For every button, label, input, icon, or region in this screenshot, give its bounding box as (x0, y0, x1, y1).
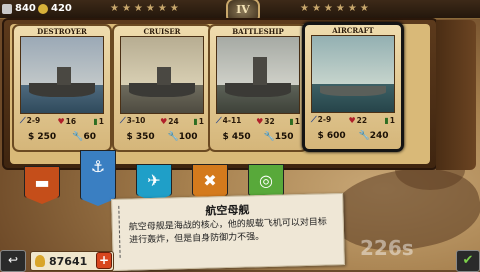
aircraft-carrier-ship-icon (320, 86, 386, 96)
unit-costs: $ 250 🔧60 (28, 132, 96, 142)
gold-value: 87641 (49, 254, 88, 268)
unit-card-battleship[interactable]: BATTLESHIP ⟋4-11 ♥32 ▮1 $ 450 🔧150 (208, 24, 308, 152)
range-icon: ⟋ (311, 115, 317, 124)
boot-icon: ▮ (193, 116, 198, 126)
silver-value: 840 (15, 3, 36, 14)
boot-icon: ▮ (93, 116, 98, 126)
silver-icon (2, 3, 12, 14)
unit-stats: ⟋4-11 ♥32 ▮1 (216, 116, 300, 126)
stars-decoration-icon: ★★★★★★ (110, 3, 182, 14)
boot-icon: ▮ (289, 116, 294, 126)
back-arrow-icon: ↩ (7, 253, 19, 267)
tab-tool[interactable]: ✖ (192, 164, 228, 202)
unit-photo (20, 36, 104, 114)
cruiser-ship-icon (129, 83, 195, 97)
unit-card-destroyer[interactable]: DESTROYER ⟋2-9 ♥16 ▮1 $ 250 🔧60 (12, 24, 112, 152)
unit-description-note: 航空母舰 航空母舰是海战的核心，他的舰载飞机可以对目标进行轰炸，但是自身防御力不… (111, 192, 345, 272)
boot-icon: ▮ (384, 115, 389, 125)
tab-tank[interactable]: ▬ (24, 166, 60, 204)
range-icon: ⟋ (20, 116, 26, 125)
wrench-icon: ✖ (203, 171, 217, 190)
medal-value: 420 (51, 3, 72, 14)
heart-icon: ♥ (160, 116, 168, 126)
unit-costs: $ 350 🔧100 (126, 132, 198, 142)
unit-card-aircraft-carrier[interactable]: AIRCRAFT CARRIERS ⟋2-9 ♥22 ▮1 $ 600 🔧240 (302, 22, 404, 152)
wrench-icon: 🔧 (167, 132, 179, 142)
range-icon: ⟋ (216, 116, 222, 125)
heart-icon: ♥ (256, 116, 264, 126)
unit-photo (216, 36, 300, 114)
unit-stats: ⟋2-9 ♥22 ▮1 (311, 115, 395, 125)
stars-decoration-icon: ★★★★★★ (300, 3, 372, 14)
wrench-icon: 🔧 (72, 132, 84, 142)
tab-plane[interactable]: ✈ (136, 164, 172, 202)
gold-icon (35, 255, 45, 267)
unit-photo (311, 35, 395, 113)
dollar-icon: $ (317, 131, 324, 141)
heart-icon: ♥ (348, 115, 356, 125)
dollar-icon: $ (126, 132, 133, 142)
tank-icon: ▬ (34, 173, 50, 192)
plane-icon: ✈ (147, 171, 161, 190)
dollar-icon: $ (222, 132, 229, 142)
heart-icon: ♥ (57, 116, 65, 126)
description-text: 航空母舰是海战的核心，他的舰载飞机可以对目标进行轰炸，但是自身防御力不强。 (128, 217, 327, 246)
resource-bar: 840 420 ★★★★★★ ★★★★★★ IV (0, 0, 480, 24)
silver-resource: 840 (2, 1, 36, 16)
anchor-icon: ⚓ (90, 157, 106, 176)
tab-target[interactable]: ◎ (248, 164, 284, 202)
medal-icon (38, 3, 48, 14)
unit-costs: $ 450 🔧150 (222, 132, 294, 142)
medal-resource: 420 (38, 1, 72, 16)
wrench-icon: 🔧 (263, 132, 275, 142)
unit-costs: $ 600 🔧240 (317, 131, 389, 141)
back-button[interactable]: ↩ (0, 250, 26, 272)
unit-stats: ⟋3-10 ♥24 ▮1 (120, 116, 204, 126)
battleship-ship-icon (225, 83, 291, 97)
unit-card-cruiser[interactable]: CRUISER ⟋3-10 ♥24 ▮1 $ 350 🔧100 (112, 24, 212, 152)
confirm-button[interactable]: ✔ (456, 250, 480, 272)
check-icon: ✔ (462, 253, 474, 268)
panel-scroll-edge (436, 20, 476, 170)
unit-stats: ⟋2-9 ♥16 ▮1 (20, 116, 104, 126)
target-icon: ◎ (259, 171, 273, 190)
tab-ship[interactable]: ⚓ (80, 150, 116, 206)
wrench-icon: 🔧 (358, 131, 370, 141)
range-icon: ⟋ (120, 116, 126, 125)
unit-photo (120, 36, 204, 114)
destroyer-ship-icon (29, 83, 95, 97)
dollar-icon: $ (28, 132, 35, 142)
buy-gold-button[interactable]: + (96, 252, 112, 269)
watermark: 226s (360, 236, 414, 260)
